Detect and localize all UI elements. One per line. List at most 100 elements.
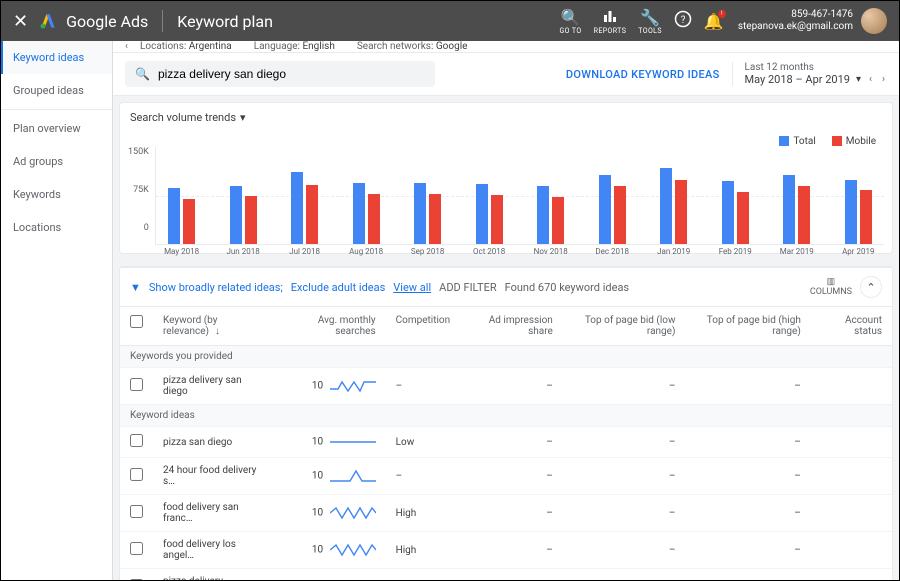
row-checkbox[interactable] [130, 378, 143, 391]
cell-keyword: food delivery san franc… [153, 495, 275, 532]
chart-bar [860, 190, 872, 244]
columns-icon: ▥ [810, 277, 852, 287]
sidebar-item-ad-groups[interactable]: Ad groups [1, 145, 112, 178]
help-icon[interactable]: ? [674, 10, 692, 32]
keyword-search-field[interactable] [158, 67, 425, 81]
row-checkbox[interactable] [130, 468, 143, 481]
avatar[interactable] [861, 8, 887, 34]
cell-impression-share: – [460, 427, 563, 458]
row-checkbox[interactable] [130, 579, 143, 580]
cell-bid-high: – [685, 427, 810, 458]
cell-competition: – [386, 458, 461, 495]
select-all-checkbox[interactable] [130, 315, 143, 328]
download-keyword-ideas-button[interactable]: DOWNLOAD KEYWORD IDEAS [566, 68, 720, 81]
cell-avg-searches: 10 [275, 458, 385, 495]
scope-networks[interactable]: Search networks: Google [357, 41, 468, 52]
results-panel: ▼ Show broadly related ideas; Exclude ad… [119, 266, 893, 580]
filter-exclude-adult[interactable]: Exclude adult ideas [291, 281, 386, 294]
sidebar-item-plan-overview[interactable]: Plan overview [1, 112, 112, 145]
column-header[interactable]: Account status [811, 307, 892, 346]
filter-view-all[interactable]: View all [393, 281, 431, 294]
date-prev-icon[interactable]: ‹ [867, 74, 874, 85]
back-chevron-icon[interactable]: ‹ [125, 41, 128, 52]
date-range-picker[interactable]: Last 12 months May 2018 – Apr 2019 ▾ ‹ › [732, 62, 887, 86]
keyword-table: Keyword (by relevance)↓Avg. monthly sear… [120, 306, 892, 580]
cell-bid-low: – [563, 427, 686, 458]
table-row[interactable]: pizza delivery downto… – – – – [120, 569, 892, 581]
account-info[interactable]: 859-467-1476 stepanova.ek@gmail.com [738, 9, 853, 33]
table-row[interactable]: pizza san diego 10 Low – – – [120, 427, 892, 458]
filter-broadly-related[interactable]: Show broadly related ideas; [149, 281, 283, 294]
cell-competition: High [386, 495, 461, 532]
cell-account-status [811, 569, 892, 581]
chart-month-group: May 2018 [156, 188, 208, 244]
tool-goto[interactable]: 🔍GO TO [560, 8, 582, 35]
cell-avg-searches: 10 [275, 532, 385, 569]
column-header[interactable]: Top of page bid (high range) [685, 307, 810, 346]
cell-bid-low: – [563, 495, 686, 532]
cell-competition: – [386, 368, 461, 405]
row-checkbox[interactable] [130, 505, 143, 518]
chart-bar [368, 194, 380, 244]
cell-impression-share: – [460, 368, 563, 405]
chart-bar [737, 192, 749, 244]
cell-bid-high: – [685, 458, 810, 495]
dropdown-chevron-icon[interactable]: ▾ [856, 74, 861, 85]
table-row[interactable]: 24 hour food delivery s… 10 – – – – [120, 458, 892, 495]
cell-bid-high: – [685, 569, 810, 581]
sidebar-item-keywords[interactable]: Keywords [1, 178, 112, 211]
tool-reports[interactable]: REPORTS [594, 8, 627, 35]
cell-avg-searches: 10 [275, 368, 385, 405]
sidebar: Keyword ideasGrouped ideas Plan overviewA… [1, 41, 113, 580]
table-row[interactable]: food delivery san franc… 10 High – – – [120, 495, 892, 532]
sidebar-item-grouped-ideas[interactable]: Grouped ideas [1, 74, 112, 107]
column-header[interactable]: Ad impression share [460, 307, 563, 346]
close-icon[interactable]: ✕ [13, 11, 28, 32]
tool-tools[interactable]: 🔧TOOLS [638, 8, 662, 35]
column-header[interactable]: Competition [386, 307, 461, 346]
cell-avg-searches: 10 [275, 427, 385, 458]
chart-panel-header[interactable]: Search volume trends ▾ [120, 103, 892, 132]
chart-month-group: Apr 2019 [833, 180, 885, 244]
search-icon: 🔍 [135, 67, 150, 81]
row-checkbox[interactable] [130, 434, 143, 447]
cell-avg-searches [275, 569, 385, 581]
sidebar-item-locations[interactable]: Locations [1, 211, 112, 244]
account-id: 859-467-1476 [738, 9, 853, 21]
table-row[interactable]: pizza delivery san diego 10 – – – – [120, 368, 892, 405]
row-checkbox[interactable] [130, 542, 143, 555]
notification-badge: ! [718, 10, 726, 18]
cell-avg-searches: 10 [275, 495, 385, 532]
keyword-search-input[interactable]: 🔍 [125, 61, 435, 87]
columns-button[interactable]: ▥COLUMNS [810, 277, 852, 297]
chart-bar [783, 175, 795, 244]
filter-funnel-icon[interactable]: ▼ [130, 281, 141, 294]
chart-month-group: Aug 2018 [340, 183, 392, 244]
wrench-icon: 🔧 [638, 8, 662, 27]
column-header[interactable]: Keyword (by relevance)↓ [153, 307, 275, 346]
cell-keyword: pizza san diego [153, 427, 275, 458]
column-header[interactable]: Top of page bid (low range) [563, 307, 686, 346]
sidebar-item-keyword-ideas[interactable]: Keyword ideas [1, 41, 112, 74]
cell-keyword: 24 hour food delivery s… [153, 458, 275, 495]
legend-item: Total [779, 136, 815, 147]
chart-month-group: Oct 2018 [463, 184, 515, 244]
chart-bar [798, 186, 810, 244]
chart-month-group: Jun 2018 [217, 186, 269, 244]
chart-bar [230, 186, 242, 244]
column-header[interactable]: Avg. monthly searches [275, 307, 385, 346]
chart-bar [845, 180, 857, 244]
scope-locations[interactable]: Locations: Argentina [140, 41, 232, 52]
collapse-toggle-icon[interactable]: ⌃ [860, 276, 882, 298]
scope-language[interactable]: Language: English [254, 41, 335, 52]
notifications-icon[interactable]: 🔔! [704, 12, 724, 31]
date-next-icon[interactable]: › [880, 74, 887, 85]
chart-legend: TotalMobile [120, 132, 892, 147]
filter-row: ▼ Show broadly related ideas; Exclude ad… [120, 267, 892, 306]
add-filter-button[interactable]: ADD FILTER [439, 281, 496, 294]
cell-impression-share: – [460, 458, 563, 495]
chart-bar [491, 195, 503, 244]
table-row[interactable]: food delivery los angel… 10 High – – – [120, 532, 892, 569]
cell-bid-high: – [685, 495, 810, 532]
cell-competition: Low [386, 427, 461, 458]
